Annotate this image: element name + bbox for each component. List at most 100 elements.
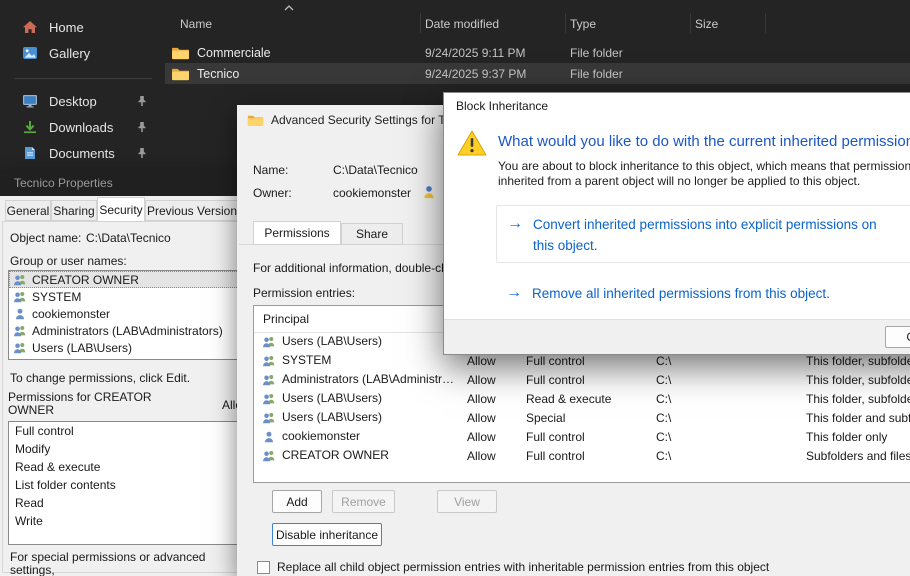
remove-permissions-command-link[interactable]: → Remove all inherited permissions from … [496,275,910,311]
desktop-icon [22,94,38,108]
permission-entry-row[interactable]: Administrators (LAB\Administrators) Allo… [254,370,910,389]
permission-item[interactable]: Modify [9,440,237,458]
permission-entries-label: Permission entries: [253,286,355,300]
group-item-creator-owner[interactable]: CREATOR OWNER [9,271,237,288]
sidebar-divider [14,78,152,79]
add-button[interactable]: Add [272,490,322,513]
folder-icon [171,66,190,81]
entry-principal: Users (LAB\Users) [282,389,460,408]
group-item-cookiemonster[interactable]: cookiemonster [9,305,237,322]
remove-button: Remove [332,490,395,513]
entry-type: Allow [467,427,496,446]
tab-security[interactable]: Security [97,197,145,222]
column-separator[interactable] [565,13,566,33]
user-icon [13,307,27,320]
command-link-label: Remove all inherited permissions from th… [532,283,830,304]
entry-inherited-from: C:\ [656,389,671,408]
owner-label: Owner: [253,186,292,200]
entry-applies-to: Subfolders and files only [806,446,910,465]
column-header-name[interactable]: Name [180,13,212,34]
folder-icon [247,113,264,127]
column-header-date-modified[interactable]: Date modified [425,13,499,34]
properties-title-bar[interactable]: Tecnico Properties [0,170,237,196]
col-principal[interactable]: Principal [263,306,309,332]
cancel-button[interactable]: Cancel [885,326,910,348]
permission-item[interactable]: Read & execute [9,458,237,476]
entry-access: Full control [526,427,585,446]
downloads-icon [22,120,38,134]
dialog-footer: Cancel [444,319,910,354]
edit-hint-text: To change permissions, click Edit. [10,371,190,385]
column-header-type[interactable]: Type [570,13,596,34]
group-item-label: cookiemonster [32,307,110,321]
entry-principal: cookiemonster [282,427,460,446]
column-separator[interactable] [765,13,766,33]
entry-inherited-from: C:\ [656,427,671,446]
entry-access: Read & execute [526,389,611,408]
permission-entry-row[interactable]: Users (LAB\Users) Allow Read & execute C… [254,389,910,408]
group-item-system[interactable]: SYSTEM [9,288,237,305]
sort-ascending-chevron-icon [283,4,295,12]
arrow-right-icon: → [506,283,522,303]
group-icon [13,290,27,303]
permission-item[interactable]: Full control [9,422,237,440]
sidebar-item-label: Home [49,20,84,35]
sidebar-item-home[interactable]: Home [6,14,159,40]
entry-applies-to: This folder only [806,427,887,446]
permission-item[interactable]: List folder contents [9,476,237,494]
entry-principal: CREATOR OWNER [282,446,460,465]
entry-principal: Users (LAB\Users) [282,408,460,427]
sidebar-item-label: Documents [49,146,115,161]
column-separator[interactable] [690,13,691,33]
tab-share[interactable]: Share [341,223,403,245]
permission-item[interactable]: Read [9,494,237,512]
desktop: Home Gallery Desktop Downloads Documents… [0,0,910,576]
permission-item[interactable]: Write [9,512,237,530]
sidebar-item-documents[interactable]: Documents [6,140,159,166]
tab-sharing[interactable]: Sharing [51,200,97,221]
folder-icon [171,45,190,60]
group-item-administrators[interactable]: Administrators (LAB\Administrators) [9,322,237,339]
tab-previous-versions[interactable]: Previous Versions [145,200,237,221]
object-name-label: Object name: [10,231,81,245]
view-button: View [437,490,497,513]
disable-inheritance-button[interactable]: Disable inheritance [272,523,382,546]
sidebar-item-downloads[interactable]: Downloads [6,114,159,140]
owner-value: cookiemonster [333,186,411,200]
group-icon [13,273,27,286]
permission-entry-row[interactable]: cookiemonster Allow Full control C:\ Thi… [254,427,910,446]
file-row-commerciale[interactable]: Commerciale 9/24/2025 9:11 PM File folde… [165,42,910,63]
column-header-size[interactable]: Size [695,13,718,34]
tab-general[interactable]: General [5,200,51,221]
group-icon [262,411,276,424]
replace-permissions-checkbox[interactable] [257,561,270,574]
entry-access: Full control [526,370,585,389]
permission-label: Read & execute [15,460,100,474]
sidebar-item-gallery[interactable]: Gallery [6,40,159,66]
convert-permissions-command-link[interactable]: → Convert inherited permissions into exp… [496,205,910,263]
group-icon [262,354,276,367]
group-icon [262,335,276,348]
entry-principal: Administrators (LAB\Administrators) [282,370,460,389]
dialog-title: Block Inheritance [456,99,548,113]
sidebar-item-desktop[interactable]: Desktop [6,88,159,114]
permission-label: Write [15,514,43,528]
entry-type: Allow [467,389,496,408]
group-user-listbox: CREATOR OWNER SYSTEM cookiemonster Admin… [8,270,237,360]
file-type: File folder [570,63,623,84]
body-text: You are about to block inheritance to th… [498,159,910,189]
column-separator[interactable] [420,13,421,33]
permission-label: List folder contents [15,478,116,492]
permission-entry-row[interactable]: Users (LAB\Users) Allow Special C:\ This… [254,408,910,427]
permission-entry-row[interactable]: CREATOR OWNER Allow Full control C:\ Sub… [254,446,910,465]
sidebar-item-label: Gallery [49,46,90,61]
tab-permissions[interactable]: Permissions [253,221,341,245]
home-icon [22,20,38,34]
file-row-tecnico-selected[interactable]: Tecnico 9/24/2025 9:37 PM File folder [165,63,910,84]
entry-principal: SYSTEM [282,351,460,370]
pin-icon [136,147,148,159]
group-item-users[interactable]: Users (LAB\Users) [9,339,237,356]
block-inheritance-dialog: Block Inheritance What would you like to… [443,92,910,355]
allow-column-label: Allow [222,398,237,412]
block-inheritance-title-bar[interactable]: Block Inheritance [444,93,910,119]
